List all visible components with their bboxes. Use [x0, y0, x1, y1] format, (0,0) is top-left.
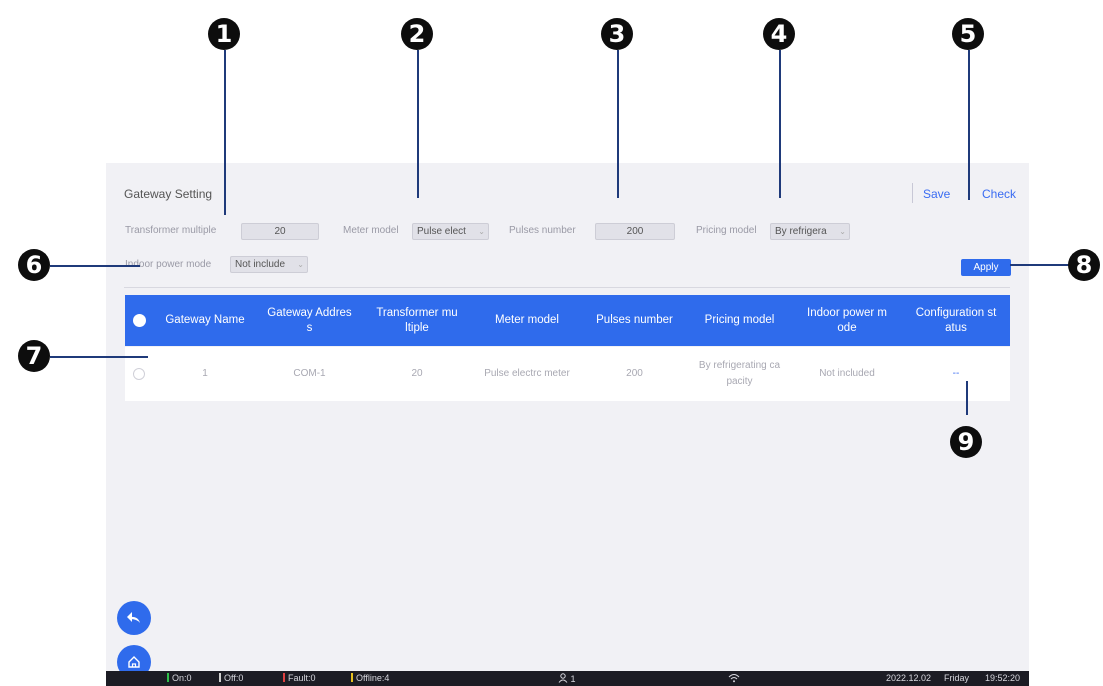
header-separator: [912, 183, 913, 203]
page-title: Gateway Setting: [124, 187, 213, 201]
indoor-power-mode-value: Not include: [235, 259, 286, 270]
column-header: Indoor power m ode: [807, 306, 887, 334]
user-count: 1: [558, 673, 576, 685]
wifi-icon: [728, 674, 740, 683]
table-row[interactable]: 1 COM-1 20 Pulse electrc meter 200 By re…: [125, 347, 1010, 401]
leader-line-5: [968, 50, 970, 200]
status-on-text: On:0: [172, 673, 192, 683]
status-fault: Fault:0: [283, 673, 316, 684]
callout-7: 7: [18, 340, 50, 372]
fault-indicator: [283, 673, 285, 682]
indoor-power-mode-select[interactable]: Not include ⌄: [230, 256, 308, 273]
column-header: Pulses number: [596, 314, 673, 326]
apply-button[interactable]: Apply: [961, 259, 1011, 276]
chevron-down-icon: ⌄: [297, 260, 304, 269]
callout-1: 1: [208, 18, 240, 50]
time-text: 19:52:20: [985, 673, 1021, 683]
row-select-radio[interactable]: [133, 368, 145, 380]
leader-line-8: [1010, 264, 1070, 266]
column-header: Transformer mu ltiple: [376, 306, 458, 334]
divider: [124, 287, 1010, 288]
leader-line-1: [224, 50, 226, 215]
save-button[interactable]: Save: [923, 187, 950, 201]
leader-line-6: [50, 265, 140, 267]
user-count-text: 1: [570, 674, 576, 684]
callout-4: 4: [763, 18, 795, 50]
gateway-setting-screen: Gateway Setting Save Check Transformer m…: [106, 163, 1029, 686]
pulses-number-input[interactable]: 200: [595, 223, 675, 240]
callout-5: 5: [952, 18, 984, 50]
column-header: Meter model: [495, 314, 559, 326]
cell-configuration-status[interactable]: --: [902, 347, 1010, 401]
cell-gateway-address: COM-1: [293, 368, 326, 379]
chevron-down-icon: ⌄: [478, 227, 485, 236]
callout-6: 6: [18, 249, 50, 281]
status-offline-text: Offline:4: [356, 673, 390, 683]
offline-indicator: [351, 673, 353, 682]
back-arrow-icon: [127, 612, 140, 623]
status-offline: Offline:4: [351, 673, 389, 684]
status-fault-text: Fault:0: [288, 673, 316, 683]
cell-indoor-power-mode: Not included: [819, 368, 875, 379]
pulses-number-label: Pulses number: [509, 225, 576, 236]
leader-line-2: [417, 50, 419, 198]
leader-line-9: [966, 381, 968, 415]
cell-transformer-multiple: 20: [411, 368, 423, 379]
check-button[interactable]: Check: [982, 187, 1016, 201]
date-text: 2022.12.02: [886, 673, 932, 683]
callout-8: 8: [1068, 249, 1100, 281]
annotated-screenshot: Gateway Setting Save Check Transformer m…: [0, 0, 1103, 686]
column-header: Gateway Name: [165, 314, 245, 326]
wifi-status: [728, 673, 740, 686]
column-header: Gateway Addres s: [267, 306, 352, 334]
column-header: Configuration st atus: [915, 306, 997, 334]
pricing-model-value: By refrigera: [775, 226, 827, 237]
status-off: Off:0: [219, 673, 243, 684]
status-off-text: Off:0: [224, 673, 244, 683]
leader-line-7: [50, 356, 148, 358]
pricing-model-select[interactable]: By refrigera ⌄: [770, 223, 850, 240]
pricing-model-label: Pricing model: [696, 225, 757, 236]
home-icon: [128, 656, 140, 668]
header: Gateway Setting Save Check: [106, 163, 1029, 203]
cell-meter-model: Pulse electrc meter: [484, 368, 570, 379]
select-all-radio[interactable]: [133, 314, 146, 327]
transformer-multiple-label: Transformer multiple: [125, 225, 217, 236]
off-indicator: [219, 673, 221, 682]
leader-line-4: [779, 50, 781, 198]
transformer-multiple-input[interactable]: 20: [241, 223, 319, 240]
back-button[interactable]: [117, 601, 151, 635]
meter-model-value: Pulse elect: [417, 226, 466, 237]
column-header: Pricing model: [704, 314, 775, 326]
chevron-down-icon: ⌄: [839, 227, 846, 236]
meter-model-select[interactable]: Pulse elect ⌄: [412, 223, 489, 240]
status-on: On:0: [167, 673, 192, 684]
weekday-text: Friday: [944, 673, 970, 683]
callout-9: 9: [950, 426, 982, 458]
table-header: Gateway Name Gateway Addres s Transforme…: [125, 295, 1010, 346]
on-indicator: [167, 673, 169, 682]
cell-pricing-model: By refrigerating ca pacity: [698, 360, 781, 387]
cell-gateway-name: 1: [202, 368, 208, 379]
callout-3: 3: [601, 18, 633, 50]
status-bar: On:0 Off:0 Fault:0 Offline:4 1 2022.12.0…: [106, 671, 1029, 686]
user-icon: [558, 673, 568, 683]
meter-model-label: Meter model: [343, 225, 399, 236]
callout-2: 2: [401, 18, 433, 50]
leader-line-3: [617, 50, 619, 198]
cell-pulses-number: 200: [626, 368, 643, 379]
